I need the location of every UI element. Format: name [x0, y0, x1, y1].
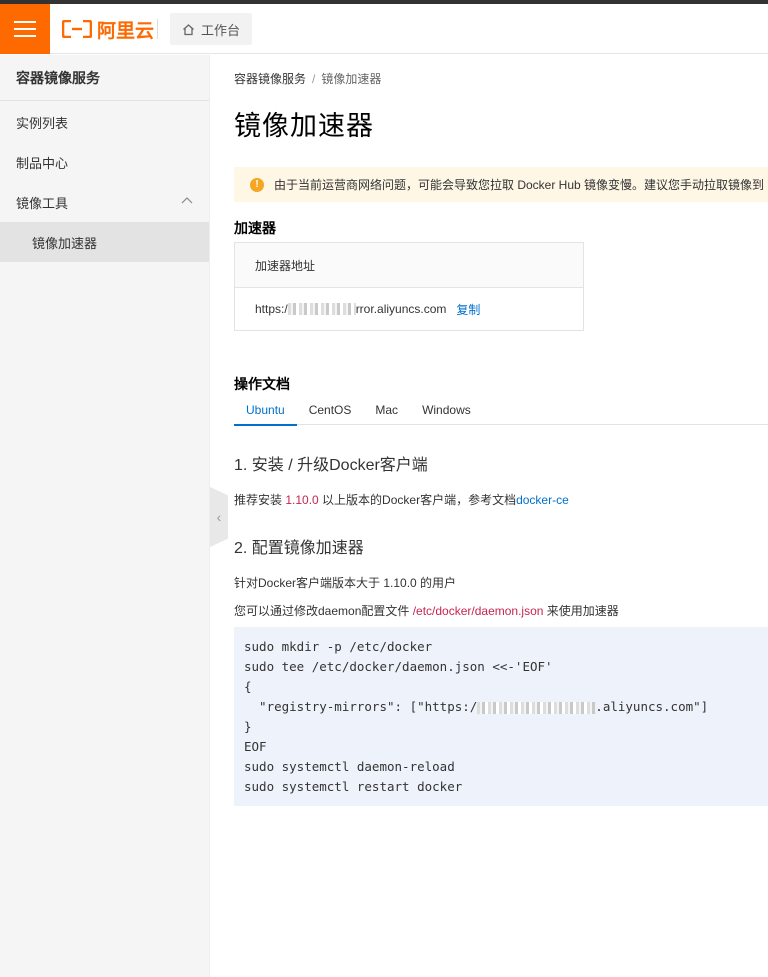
tab-mac[interactable]: Mac: [363, 400, 410, 425]
notice-banner: ! 由于当前运营商网络问题，可能会导致您拉取 Docker Hub 镜像变慢。建…: [234, 167, 768, 202]
code-line: EOF: [244, 739, 267, 754]
sidebar-item-label: 实例列表: [16, 115, 69, 131]
sidebar-item-label: 制品中心: [16, 155, 69, 171]
config-path: /etc/docker/daemon.json: [412, 604, 544, 618]
tab-windows[interactable]: Windows: [410, 400, 483, 425]
accelerator-column-header: 加速器地址: [235, 243, 583, 288]
sidebar: 容器镜像服务 实例列表 制品中心 镜像工具 镜像加速器: [0, 55, 210, 977]
code-line: }: [244, 719, 252, 734]
step1-text: 推荐安装 1.10.0 以上版本的Docker客户端，参考文档docker-ce: [234, 491, 569, 508]
tab-ubuntu[interactable]: Ubuntu: [234, 400, 297, 426]
redacted-mosaic: [287, 303, 356, 315]
home-icon: [183, 23, 194, 35]
sidebar-group-image-tools[interactable]: 镜像工具: [0, 182, 209, 222]
accelerator-address-prefix: https:/: [255, 302, 288, 316]
code-line-mirror: "registry-mirrors": ["https:/ .aliyuncs.c…: [244, 697, 758, 717]
warning-icon: !: [250, 177, 264, 192]
code-line: sudo mkdir -p /etc/docker: [244, 639, 433, 654]
accelerator-table: 加速器地址 https:/ rror.aliyuncs.com 复制: [234, 242, 584, 331]
sidebar-item-image-accelerator[interactable]: 镜像加速器: [0, 222, 209, 262]
code-mirror-prefix: "registry-mirrors": ["https:/: [244, 699, 478, 714]
top-navbar: 阿里云 工作台: [0, 4, 768, 54]
step2-line1: 针对Docker客户端版本大于 1.10.0 的用户: [234, 576, 457, 590]
docs-section-title: 操作文档: [234, 376, 290, 392]
step2-line2: 您可以通过修改daemon配置文件 /etc/docker/daemon.jso…: [234, 602, 619, 619]
aliyun-logo-icon: [62, 20, 92, 38]
copy-link[interactable]: 复制: [456, 301, 480, 318]
sidebar-item-artifact-center[interactable]: 制品中心: [0, 142, 209, 182]
code-line: sudo systemctl daemon-reload: [244, 759, 455, 774]
accelerator-address-row: https:/ rror.aliyuncs.com 复制: [235, 288, 583, 330]
menu-bar: [14, 28, 36, 30]
logo-text: 阿里云: [97, 20, 155, 42]
sidebar-title: 容器镜像服务: [0, 55, 209, 101]
aliyun-logo[interactable]: 阿里云: [62, 17, 155, 42]
workbench-label: 工作台: [200, 22, 240, 38]
code-line: sudo tee /etc/docker/daemon.json <<-'EOF…: [244, 659, 553, 674]
breadcrumb-separator: /: [312, 72, 316, 86]
code-mirror-suffix: .aliyuncs.com"]: [595, 699, 709, 714]
sidebar-item-label: 镜像工具: [16, 195, 69, 211]
step2-line2-after: 来使用加速器: [543, 604, 619, 618]
sidebar-item-instances[interactable]: 实例列表: [0, 102, 209, 142]
accelerator-section-title: 加速器: [234, 220, 276, 236]
breadcrumb-link-registry[interactable]: 容器镜像服务: [234, 72, 306, 86]
step2-line2-before: 您可以通过修改daemon配置文件: [234, 604, 413, 618]
page-title: 镜像加速器: [234, 111, 374, 141]
code-line: {: [244, 679, 252, 694]
sidebar-collapse-handle[interactable]: ‹: [210, 487, 228, 547]
workbench-button[interactable]: 工作台: [170, 13, 252, 45]
header-divider: [157, 19, 158, 39]
code-line: sudo systemctl restart docker: [244, 779, 463, 794]
chevron-left-icon: ‹: [216, 509, 222, 525]
os-tabs: Ubuntu CentOS Mac Windows: [234, 400, 768, 426]
notice-text: 由于当前运营商网络问题，可能会导致您拉取 Docker Hub 镜像变慢。建议您…: [274, 178, 765, 192]
step1-text-middle: 以上版本的Docker客户端，参考文档: [318, 493, 517, 507]
version-highlight: 1.10.0: [285, 493, 319, 507]
step1-text-before: 推荐安装: [234, 493, 286, 507]
breadcrumb: 容器镜像服务 / 镜像加速器: [234, 70, 381, 87]
step2-title: 2. 配置镜像加速器: [234, 540, 364, 557]
chevron-up-icon: [181, 197, 193, 204]
step1-title: 1. 安装 / 升级Docker客户端: [234, 457, 428, 474]
sidebar-item-label: 镜像加速器: [32, 235, 98, 251]
tab-centos[interactable]: CentOS: [297, 400, 364, 425]
docker-ce-link[interactable]: docker-ce: [516, 493, 569, 507]
redacted-mosaic: [477, 701, 596, 714]
breadcrumb-current: 镜像加速器: [321, 72, 382, 86]
menu-bar: [14, 35, 36, 37]
accelerator-address-suffix: rror.aliyuncs.com: [355, 302, 447, 316]
hamburger-menu-button[interactable]: [0, 4, 50, 54]
code-block[interactable]: sudo mkdir -p /etc/docker sudo tee /etc/…: [234, 627, 768, 806]
menu-bar: [14, 21, 36, 23]
